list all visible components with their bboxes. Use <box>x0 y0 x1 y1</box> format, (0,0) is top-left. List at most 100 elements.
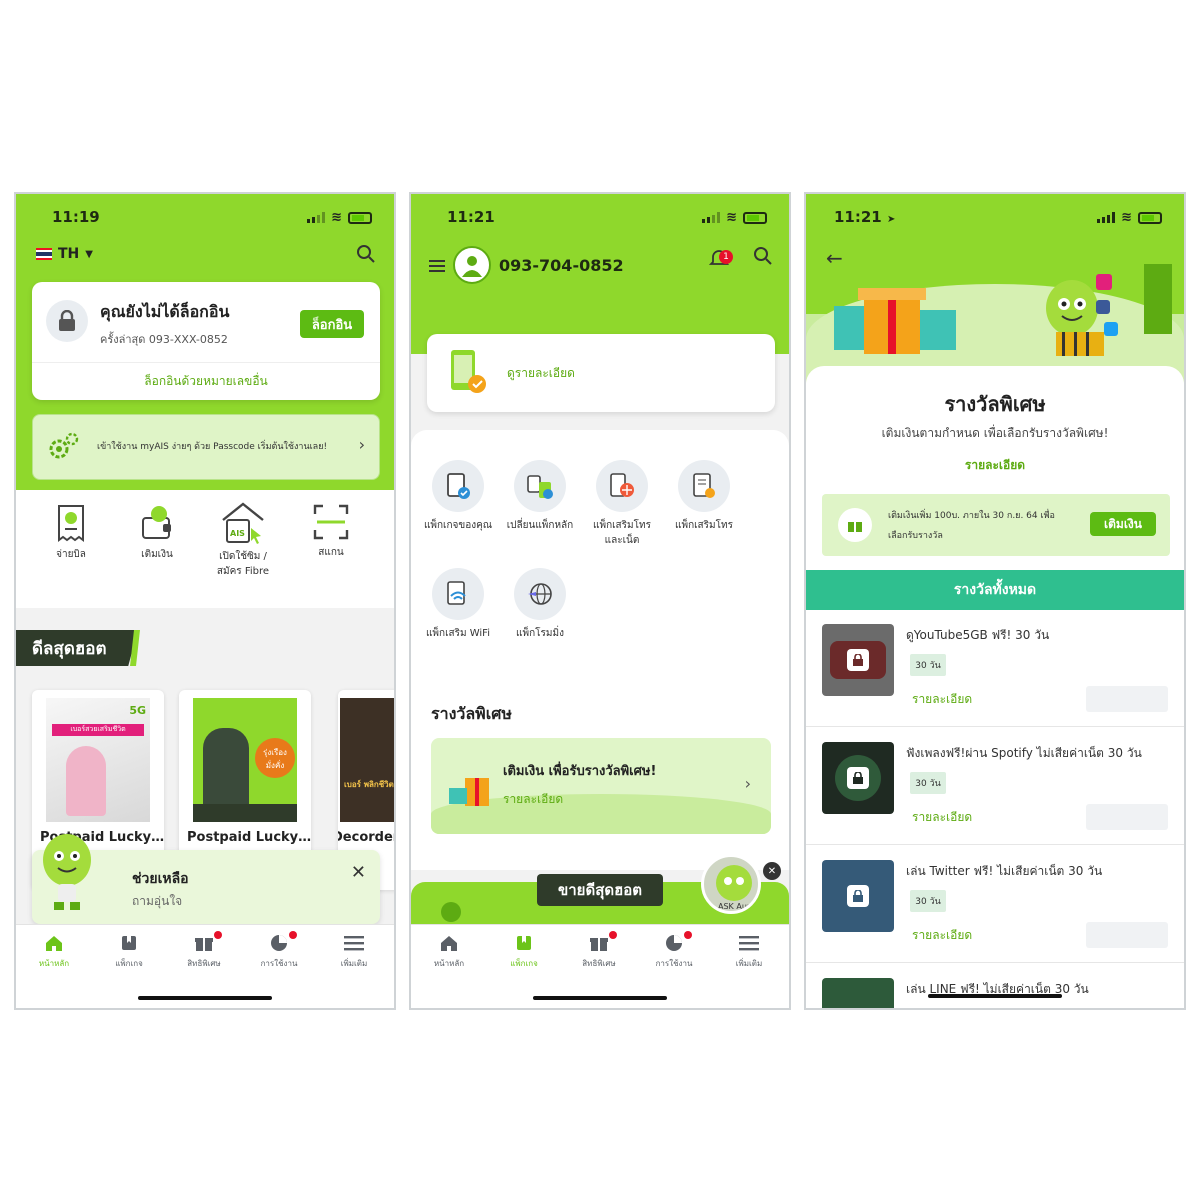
instagram-icon <box>1096 274 1112 290</box>
promo-title: Postpaid Lucky… <box>187 830 311 845</box>
reward-title: ฟังเพลงฟรี!ผ่าน Spotify ไม่เสียค่าเน็ต 3… <box>906 746 1142 760</box>
reward-action-placeholder <box>1086 686 1168 712</box>
hamburger-menu-icon[interactable] <box>429 258 445 277</box>
tab-home[interactable]: หน้าหลัก <box>419 933 479 970</box>
lock-icon <box>847 885 869 907</box>
close-icon[interactable]: ✕ <box>763 862 781 880</box>
home-indicator <box>928 994 1062 998</box>
youtube-icon <box>822 624 894 696</box>
quick-action-label: เติมเงิน <box>141 549 173 560</box>
all-rewards-header: รางวัลทั้งหมด <box>806 570 1184 610</box>
passcode-banner-text: เข้าใช้งาน myAIS ง่ายๆ ด้วย Passcode เริ… <box>97 442 328 452</box>
quick-action-scan[interactable]: สแกน <box>288 504 374 560</box>
twitter-icon <box>822 860 894 932</box>
passcode-banner[interactable]: เข้าใช้งาน myAIS ง่ายๆ ด้วย Passcode เริ… <box>32 414 380 480</box>
sim-fibre-icon: AIS <box>222 502 264 544</box>
promo-poster: เบอร์ พลิกชีวิต <box>340 698 394 822</box>
login-other-number-link[interactable]: ล็อกอินด้วยหมายเลขอื่น <box>32 362 380 400</box>
reward-card-link: รายละเอียด <box>503 792 564 806</box>
reward-detail-link[interactable]: รายละเอียด <box>912 926 972 945</box>
tab-usage[interactable]: การใช้งาน <box>644 931 704 970</box>
mascot-partial-icon <box>441 902 461 922</box>
status-icons: ≋ <box>702 210 767 225</box>
home-indicator <box>138 996 272 1000</box>
help-popup[interactable]: ช่วยเหลือ ถามอุ่นใจ ✕ <box>32 834 380 924</box>
bell-icon[interactable]: 1 <box>708 248 733 272</box>
quick-action-pay-bill[interactable]: จ่ายบิล <box>28 504 114 562</box>
my-package-icon <box>432 460 484 512</box>
tab-package[interactable]: แพ็กเกจ <box>99 933 159 970</box>
quick-action-topup[interactable]: เติมเงิน <box>114 504 200 562</box>
tab-privileges[interactable]: สิทธิพิเศษ <box>174 931 234 970</box>
phone-number: 093-704-0852 <box>499 256 624 275</box>
quick-action-label: สแกน <box>318 547 344 558</box>
battery-icon <box>743 211 767 224</box>
reward-row[interactable]: ฟังเพลงฟรี!ผ่าน Spotify ไม่เสียค่าเน็ต 3… <box>806 728 1184 845</box>
notification-dot <box>289 931 297 939</box>
package-item-my-package[interactable]: แพ็กเกจของคุณ <box>415 460 501 533</box>
home-icon <box>438 933 460 953</box>
home-icon <box>43 933 65 953</box>
reward-row[interactable]: ดูYouTube5GB ฟรี! 30 วัน 30 วัน รายละเอี… <box>806 610 1184 727</box>
search-icon[interactable] <box>356 244 376 268</box>
chevron-right-icon: › <box>358 435 365 454</box>
package-label: แพ็กเสริม WiFi <box>425 628 490 639</box>
status-icons: ≋ <box>307 210 372 225</box>
login-button[interactable]: ล็อกอิน <box>300 310 364 338</box>
gift-box-icon <box>447 768 495 812</box>
phone-check-icon <box>449 348 489 398</box>
gift-boxes-illustration <box>834 280 964 360</box>
avatar[interactable] <box>453 246 491 284</box>
package-item-call[interactable]: แพ็กเสริมโทร <box>661 460 747 533</box>
search-icon[interactable] <box>753 246 773 270</box>
package-item-wifi[interactable]: แพ็กเสริม WiFi <box>415 568 501 641</box>
tab-more[interactable]: เพิ่มเติม <box>719 933 779 970</box>
wifi-icon: ≋ <box>726 210 737 225</box>
location-arrow-icon: ➤ <box>886 214 896 225</box>
reward-detail-link[interactable]: รายละเอียด <box>912 690 972 709</box>
tab-home[interactable]: หน้าหลัก <box>24 933 84 970</box>
reward-detail-link[interactable]: รายละเอียด <box>912 808 972 827</box>
language-selector[interactable]: TH ▼ <box>36 246 93 262</box>
rewards-detail-link[interactable]: รายละเอียด <box>806 456 1184 475</box>
battery-icon <box>348 211 372 224</box>
reward-duration-badge: 30 วัน <box>910 772 946 794</box>
close-icon[interactable]: ✕ <box>351 862 366 883</box>
notification-dot <box>609 931 617 939</box>
reward-row[interactable]: เล่น LINE ฟรี! ไม่เสียค่าเน็ต 30 วัน <box>806 964 1184 1008</box>
reward-row[interactable]: เล่น Twitter ฟรี! ไม่เสียค่าเน็ต 30 วัน … <box>806 846 1184 963</box>
quick-action-label: จ่ายบิล <box>56 549 86 560</box>
call-net-addon-icon <box>596 460 648 512</box>
tab-package[interactable]: แพ็กเกจ <box>494 933 554 970</box>
tab-privileges[interactable]: สิทธิพิเศษ <box>569 931 629 970</box>
notification-count: 1 <box>719 250 733 264</box>
back-arrow-icon[interactable]: ← <box>826 246 843 270</box>
reward-card[interactable]: เติมเงิน เพื่อรับรางวัลพิเศษ! รายละเอียด… <box>431 738 771 834</box>
screen-packages: 11:21 ≋ 093-704-0852 1 ดูรายละเอียด แพ็ก… <box>409 192 791 1010</box>
reward-title: เล่น Twitter ฟรี! ไม่เสียค่าเน็ต 30 วัน <box>906 864 1103 878</box>
topup-button[interactable]: เติมเงิน <box>1090 512 1156 536</box>
svg-text:AIS: AIS <box>230 529 245 538</box>
package-detail-card[interactable]: ดูรายละเอียด <box>427 334 775 412</box>
ask-aunjai-button[interactable]: ASK Aunjai <box>701 854 761 914</box>
tab-more[interactable]: เพิ่มเติม <box>324 933 384 970</box>
package-item-roaming[interactable]: แพ็กโรมมิ่ง <box>497 568 583 641</box>
gift-icon <box>588 933 610 953</box>
reward-title: ดูYouTube5GB ฟรี! 30 วัน <box>906 628 1050 642</box>
spotify-icon <box>822 742 894 814</box>
quick-action-sim-fibre[interactable]: AIS เปิดใช้ซิม / สมัคร Fibre <box>200 500 286 579</box>
reward-action-placeholder <box>1086 804 1168 830</box>
package-item-call-net[interactable]: แพ็กเสริมโทร และเน็ต <box>579 460 665 548</box>
package-label: แพ็กเสริมโทร และเน็ต <box>593 520 651 546</box>
chevron-right-icon: › <box>744 774 751 793</box>
status-time: 11:21 <box>447 208 495 226</box>
help-subtitle: ถามอุ่นใจ <box>132 894 183 908</box>
bottom-tab-bar: หน้าหลัก แพ็กเกจ สิทธิพิเศษ การใช้งาน เพ… <box>411 924 789 1008</box>
package-item-change-main[interactable]: เปลี่ยนแพ็กหลัก <box>497 460 583 533</box>
building-icon <box>1144 264 1172 334</box>
tab-usage[interactable]: การใช้งาน <box>249 931 309 970</box>
settings-gear-icon <box>45 431 81 467</box>
menu-icon <box>343 933 365 953</box>
menu-icon <box>738 933 760 953</box>
reward-duration-badge: 30 วัน <box>910 890 946 912</box>
